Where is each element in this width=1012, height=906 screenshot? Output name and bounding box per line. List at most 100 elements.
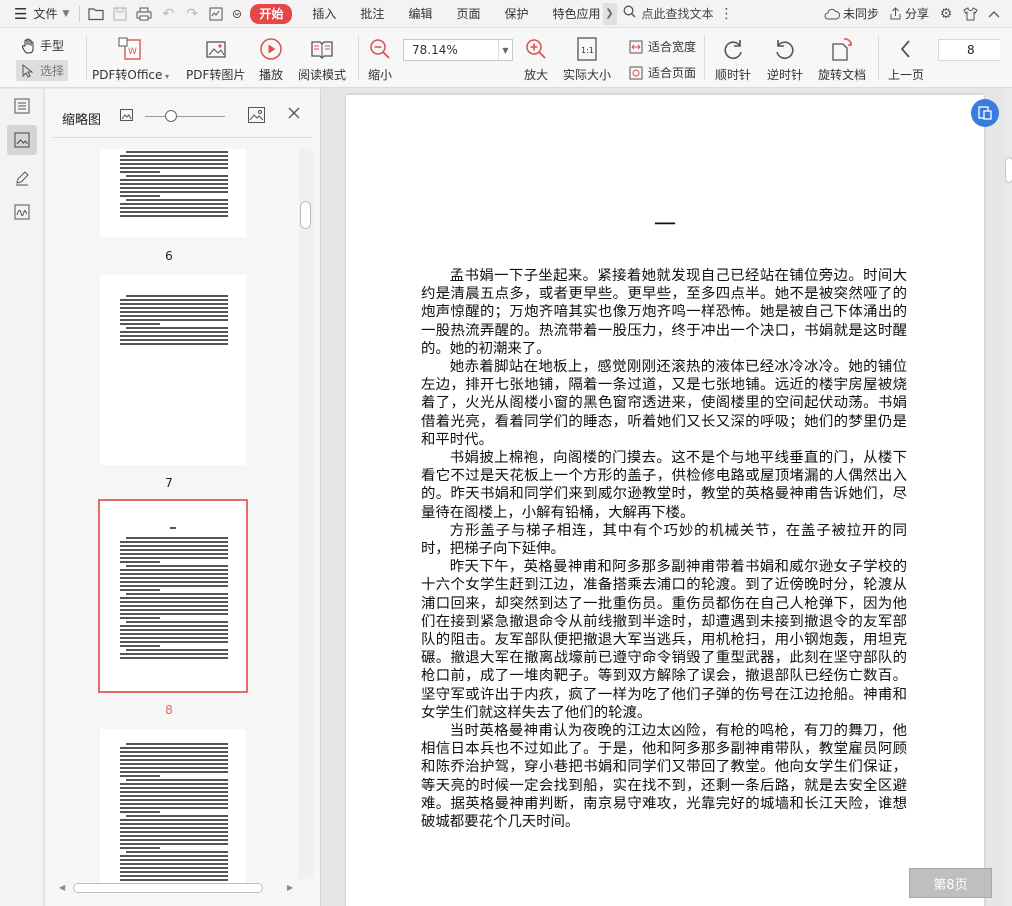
rotate-clockwise-button[interactable]: 顺时针 <box>715 34 751 83</box>
signature-icon[interactable] <box>7 197 37 227</box>
pdf-to-office-button[interactable]: W PDF转Office ▾ <box>92 34 169 83</box>
thumbnail-text-line <box>120 589 160 591</box>
actual-size-button[interactable]: 1:1 实际大小 <box>563 34 611 83</box>
thumbnail-text-line <box>126 779 228 781</box>
separator <box>358 36 359 80</box>
thumbnail-text-line <box>120 863 228 865</box>
previous-page-button[interactable]: 上一页 <box>888 34 924 83</box>
file-menu[interactable]: ☰ 文件 ▼ <box>0 0 75 28</box>
thumbnail-text-line <box>120 549 228 551</box>
scrollbar-thumb[interactable] <box>73 883 263 893</box>
fit-page-icon <box>628 65 644 81</box>
close-icon[interactable] <box>288 107 300 122</box>
thumbnail-text-line <box>120 577 228 579</box>
rotate-document-button[interactable]: 旋转文档 <box>818 34 866 83</box>
play-button[interactable]: 播放 <box>258 34 284 83</box>
scrollbar-thumb[interactable] <box>1005 157 1012 183</box>
thumbnail-text-line <box>120 767 228 769</box>
thumbnail-text-line <box>120 339 228 341</box>
thumbnail-horizontal-scrollbar[interactable]: ◀ ▶ <box>57 880 297 896</box>
tab-annotate[interactable]: 批注 <box>348 0 396 28</box>
fit-page-button[interactable]: 适合页面 <box>628 64 696 81</box>
thumbnail-size-slider[interactable] <box>145 116 225 117</box>
tab-edit[interactable]: 编辑 <box>396 0 444 28</box>
play-label: 播放 <box>258 68 283 82</box>
thumbnail-text-line <box>120 585 228 587</box>
print-icon[interactable] <box>132 0 156 28</box>
sync-status[interactable]: 未同步 <box>819 0 884 28</box>
fit-width-button[interactable]: 适合宽度 <box>628 38 696 55</box>
quick-access-dropdown-icon[interactable] <box>228 0 246 28</box>
reading-mode-button[interactable]: 阅读模式 <box>298 34 346 83</box>
document-vertical-scrollbar[interactable] <box>1004 89 1012 906</box>
thumbnail-vertical-scrollbar[interactable] <box>299 149 313 879</box>
thumbnail-text-line <box>126 815 228 817</box>
thumbnail-page-9[interactable] <box>100 729 246 886</box>
cloud-icon <box>824 8 840 19</box>
thumbnail-icon[interactable] <box>7 125 37 155</box>
gear-icon[interactable]: ⚙ <box>934 0 958 28</box>
zoom-out-button[interactable]: 缩小 <box>368 34 392 83</box>
hand-tool-button[interactable]: 手型 <box>20 37 64 54</box>
rotate-counterclockwise-label: 逆时针 <box>767 68 804 82</box>
rotate-counterclockwise-icon <box>772 34 798 64</box>
thumbnail-page-6[interactable] <box>100 149 246 237</box>
pdf-to-image-button[interactable]: PDF转图片 <box>186 34 245 83</box>
tab-home[interactable]: 开始 <box>250 3 293 24</box>
thumbnail-text-line <box>120 163 228 165</box>
zoom-out-label: 缩小 <box>368 68 393 82</box>
thumbnail-text-line <box>126 649 228 651</box>
tab-insert[interactable]: 插入 <box>300 0 348 28</box>
open-folder-icon[interactable] <box>84 0 108 28</box>
share-button[interactable]: 分享 <box>884 0 934 28</box>
floating-tool-button[interactable] <box>971 99 999 127</box>
redo-icon[interactable]: ↷ <box>180 0 204 28</box>
more-vertical-icon[interactable]: ⋮ <box>720 0 734 28</box>
tab-features[interactable]: 特色应用 <box>540 0 602 28</box>
rotate-counterclockwise-button[interactable]: 逆时针 <box>767 34 803 83</box>
sync-status-label: 未同步 <box>842 7 879 21</box>
document-view[interactable]: 一 孟书娟一下子坐起来。紧接着她就发现自己已经站在铺位旁边。时间大约是清晨五点多… <box>322 89 1012 906</box>
zoom-in-icon <box>524 34 548 64</box>
collapse-ribbon-icon[interactable] <box>982 0 1006 28</box>
tab-page[interactable]: 页面 <box>444 0 492 28</box>
thumbnail-page-7[interactable] <box>100 275 246 465</box>
thumbnail-text-line <box>120 823 228 825</box>
undo-icon[interactable]: ↶ <box>156 0 180 28</box>
paragraph: 昨天下午，英格曼神甫和阿多那多副神甫带着书娟和威尔逊女子学校的十六个女学生赶到江… <box>421 559 907 721</box>
page-number-input[interactable]: 8 <box>938 39 1000 61</box>
scrollbar-thumb[interactable] <box>300 201 311 229</box>
select-tool-button[interactable]: 选择 <box>16 60 69 81</box>
large-image-icon[interactable] <box>248 107 265 126</box>
svg-text:W: W <box>128 47 137 57</box>
slider-handle[interactable] <box>165 110 177 122</box>
tabs-more-icon[interactable]: ❯ <box>602 2 617 25</box>
thumbnail-text-line <box>120 335 228 337</box>
small-image-icon[interactable] <box>120 109 133 124</box>
thumbnail-text-line <box>120 859 228 861</box>
thumbnail-text-line <box>120 323 160 325</box>
outline-icon[interactable] <box>7 91 37 121</box>
scroll-right-icon[interactable]: ▶ <box>287 883 293 892</box>
rotate-document-label: 旋转文档 <box>818 68 867 82</box>
thumbnail-page-8[interactable] <box>98 499 248 693</box>
search-text[interactable]: 点此查找文本 <box>617 5 720 22</box>
separator <box>704 36 705 80</box>
annotation-icon[interactable] <box>7 163 37 193</box>
chevron-down-icon[interactable]: ▼ <box>498 40 512 60</box>
scroll-left-icon[interactable]: ◀ <box>59 883 65 892</box>
thumbnail-text-line <box>120 191 228 193</box>
left-icon-rail <box>0 89 44 906</box>
zoom-level-select[interactable]: 78.14% ▼ <box>403 39 513 61</box>
thumbnail-text-line <box>120 759 228 761</box>
hand-tool-label: 手型 <box>40 39 65 53</box>
save-icon[interactable] <box>108 0 132 28</box>
pdf-to-office-icon: W <box>117 34 143 64</box>
zoom-in-button[interactable]: 放大 <box>524 34 548 83</box>
export-pdf-icon[interactable] <box>204 0 228 28</box>
tab-protect[interactable]: 保护 <box>492 0 540 28</box>
thumbnail-text-line <box>126 851 228 853</box>
thumbnail-text-line <box>120 775 160 777</box>
thumbnail-text-line <box>120 783 228 785</box>
skin-icon[interactable] <box>958 0 982 28</box>
